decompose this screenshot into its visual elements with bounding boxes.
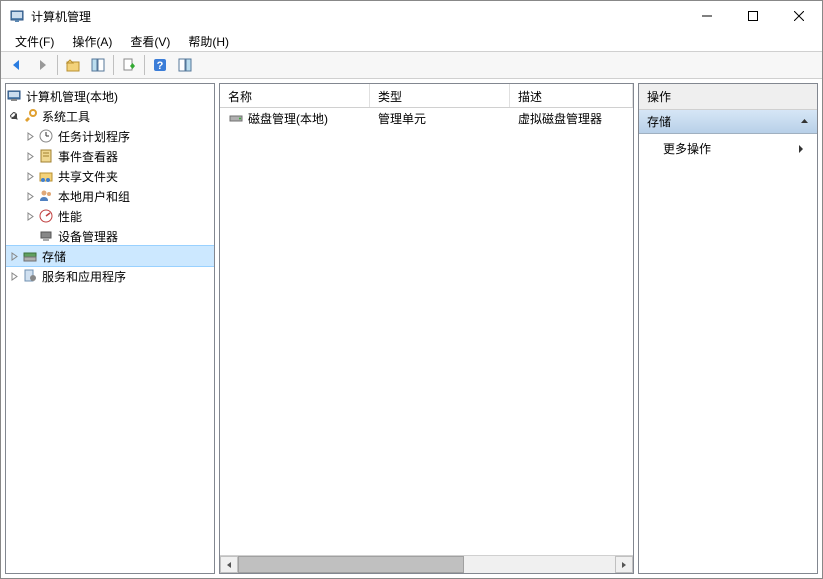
window-controls bbox=[684, 1, 822, 31]
cell-name: 磁盘管理(本地) bbox=[248, 110, 328, 127]
tree-local-users[interactable]: 本地用户和组 bbox=[6, 186, 214, 206]
tree-system-tools[interactable]: 系统工具 bbox=[6, 106, 214, 126]
expander-icon[interactable] bbox=[22, 148, 38, 164]
tree-label: 共享文件夹 bbox=[58, 168, 118, 185]
menu-bar: 文件(F) 操作(A) 查看(V) 帮助(H) bbox=[1, 31, 822, 51]
storage-icon bbox=[22, 248, 38, 264]
chevron-right-icon bbox=[797, 144, 805, 154]
toolbar-separator bbox=[57, 55, 58, 75]
scroll-track[interactable] bbox=[238, 556, 615, 573]
computer-icon bbox=[6, 88, 22, 104]
expander-icon[interactable] bbox=[22, 188, 38, 204]
tree-label: 服务和应用程序 bbox=[42, 268, 126, 285]
maximize-button[interactable] bbox=[730, 1, 776, 31]
services-icon bbox=[22, 268, 38, 284]
action-more[interactable]: 更多操作 bbox=[639, 134, 817, 163]
device-icon bbox=[38, 228, 54, 244]
tree-performance[interactable]: 性能 bbox=[6, 206, 214, 226]
disk-icon bbox=[228, 110, 244, 126]
tree-pane[interactable]: 计算机管理(本地) 系统工具 任务计划程序 事件查看器 共享文件夹 bbox=[5, 83, 215, 574]
title-bar: 计算机管理 bbox=[1, 1, 822, 31]
svg-text:?: ? bbox=[157, 60, 164, 72]
tree-task-scheduler[interactable]: 任务计划程序 bbox=[6, 126, 214, 146]
tree-label: 任务计划程序 bbox=[58, 128, 130, 145]
show-hide-actions-button[interactable] bbox=[173, 53, 197, 77]
help-button[interactable]: ? bbox=[148, 53, 172, 77]
window-title: 计算机管理 bbox=[31, 8, 684, 25]
collapse-icon[interactable] bbox=[800, 117, 809, 126]
tree-label: 本地用户和组 bbox=[58, 188, 130, 205]
expander-icon[interactable] bbox=[22, 208, 38, 224]
toolbar-separator bbox=[113, 55, 114, 75]
list-row[interactable]: 磁盘管理(本地) 管理单元 虚拟磁盘管理器 bbox=[220, 108, 633, 128]
action-label: 更多操作 bbox=[663, 140, 711, 157]
shared-folder-icon bbox=[38, 168, 54, 184]
cell-desc: 虚拟磁盘管理器 bbox=[510, 108, 633, 129]
menu-action[interactable]: 操作(A) bbox=[64, 31, 120, 52]
performance-icon bbox=[38, 208, 54, 224]
actions-section-header[interactable]: 存储 bbox=[639, 110, 817, 134]
forward-button[interactable] bbox=[30, 53, 54, 77]
tree-label: 性能 bbox=[58, 208, 82, 225]
column-type[interactable]: 类型 bbox=[370, 84, 510, 107]
list-body[interactable]: 磁盘管理(本地) 管理单元 虚拟磁盘管理器 bbox=[220, 108, 633, 555]
expander-icon[interactable] bbox=[6, 108, 22, 124]
list-header: 名称 类型 描述 bbox=[220, 84, 633, 108]
menu-file[interactable]: 文件(F) bbox=[7, 31, 62, 52]
scroll-thumb[interactable] bbox=[238, 556, 464, 573]
list-pane: 名称 类型 描述 磁盘管理(本地) 管理单元 虚拟磁盘管理器 bbox=[219, 83, 634, 574]
content-area: 计算机管理(本地) 系统工具 任务计划程序 事件查看器 共享文件夹 bbox=[1, 79, 822, 578]
toolbar: ? bbox=[1, 51, 822, 79]
tree-storage[interactable]: 存储 bbox=[6, 246, 214, 266]
expander-icon[interactable] bbox=[6, 268, 22, 284]
up-button[interactable] bbox=[61, 53, 85, 77]
scroll-left-button[interactable] bbox=[220, 556, 238, 573]
back-button[interactable] bbox=[5, 53, 29, 77]
tree-shared-folders[interactable]: 共享文件夹 bbox=[6, 166, 214, 186]
tree-label: 存储 bbox=[42, 248, 66, 265]
column-desc[interactable]: 描述 bbox=[510, 84, 633, 107]
actions-header: 操作 bbox=[639, 84, 817, 110]
column-name[interactable]: 名称 bbox=[220, 84, 370, 107]
toolbar-separator bbox=[144, 55, 145, 75]
expander-icon[interactable] bbox=[6, 248, 22, 264]
actions-pane: 操作 存储 更多操作 bbox=[638, 83, 818, 574]
scroll-right-button[interactable] bbox=[615, 556, 633, 573]
menu-view[interactable]: 查看(V) bbox=[122, 31, 178, 52]
tree-label: 计算机管理(本地) bbox=[26, 88, 118, 105]
show-hide-tree-button[interactable] bbox=[86, 53, 110, 77]
tree-event-viewer[interactable]: 事件查看器 bbox=[6, 146, 214, 166]
minimize-button[interactable] bbox=[684, 1, 730, 31]
tree-label: 设备管理器 bbox=[58, 228, 118, 245]
menu-help[interactable]: 帮助(H) bbox=[180, 31, 237, 52]
users-icon bbox=[38, 188, 54, 204]
app-icon bbox=[9, 8, 25, 24]
tree-label: 系统工具 bbox=[42, 108, 90, 125]
tree-label: 事件查看器 bbox=[58, 148, 118, 165]
horizontal-scrollbar[interactable] bbox=[220, 555, 633, 573]
tree-services[interactable]: 服务和应用程序 bbox=[6, 266, 214, 286]
tree-device-manager[interactable]: 设备管理器 bbox=[6, 226, 214, 246]
tools-icon bbox=[22, 108, 38, 124]
expander-icon[interactable] bbox=[22, 168, 38, 184]
cell-type: 管理单元 bbox=[370, 108, 510, 129]
tree-root[interactable]: 计算机管理(本地) bbox=[6, 86, 214, 106]
expander-icon[interactable] bbox=[22, 128, 38, 144]
event-icon bbox=[38, 148, 54, 164]
export-button[interactable] bbox=[117, 53, 141, 77]
close-button[interactable] bbox=[776, 1, 822, 31]
clock-icon bbox=[38, 128, 54, 144]
section-label: 存储 bbox=[647, 113, 671, 130]
